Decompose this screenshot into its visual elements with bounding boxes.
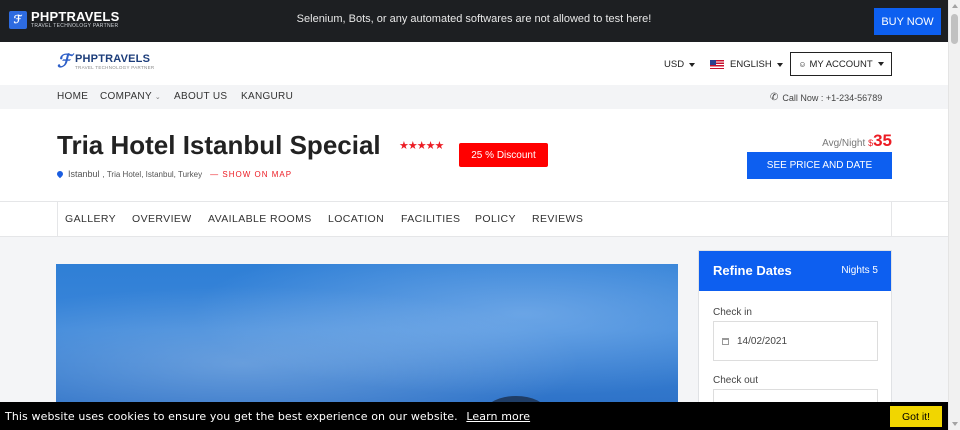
refine-dates-header: Refine Dates Nights 5: [699, 251, 891, 291]
my-account-label: MY ACCOUNT: [809, 58, 873, 70]
user-icon: ☺: [798, 59, 807, 69]
tab-location[interactable]: LOCATION: [328, 213, 384, 225]
checkin-input[interactable]: 14/02/2021: [713, 321, 878, 361]
nav-kanguru[interactable]: KANGURU: [241, 91, 293, 102]
refine-dates-title: Refine Dates: [713, 263, 792, 278]
checkin-value: 14/02/2021: [737, 335, 788, 347]
tab-reviews[interactable]: REVIEWS: [532, 213, 583, 225]
cookie-message: This website uses cookies to ensure you …: [5, 410, 530, 423]
tab-facilities[interactable]: FACILITIES: [401, 213, 460, 225]
us-flag-icon: [710, 60, 724, 69]
tab-available-rooms[interactable]: AVAILABLE ROOMS: [208, 213, 312, 225]
bot-warning-notice: Selenium, Bots, or any automated softwar…: [296, 13, 652, 25]
nav-about-us[interactable]: ABOUT US: [174, 91, 227, 102]
chevron-down-icon: ⌄: [154, 94, 162, 101]
show-on-map-label: SHOW ON MAP: [222, 169, 293, 179]
scroll-up-icon[interactable]: [952, 4, 958, 8]
star-rating: ★★★★★: [399, 140, 444, 152]
hotel-tabs: GALLERY OVERVIEW AVAILABLE ROOMS LOCATIO…: [0, 202, 948, 237]
show-on-map-link[interactable]: — SHOW ON MAP: [210, 170, 292, 179]
phone-icon: ✆: [770, 92, 779, 103]
map-pin-icon: [55, 169, 65, 179]
top-notice-bar: ℱ PHPTRAVELS TRAVEL TECHNOLOGY PARTNER S…: [0, 0, 948, 42]
call-now[interactable]: ✆ Call Now : +1-234-56789: [770, 92, 882, 103]
checkin-label: Check in: [713, 307, 752, 318]
language-label: ENGLISH: [730, 59, 772, 70]
tab-policy[interactable]: POLICY: [475, 213, 516, 225]
hotel-location: Istanbul , Tria Hotel, Istanbul, Turkey …: [55, 169, 292, 179]
hotel-title-section: Tria Hotel Istanbul Special ★★★★★ 25 % D…: [0, 109, 948, 202]
site-logo-name: PHPTRAVELS: [75, 52, 151, 65]
checkout-label: Check out: [713, 375, 759, 386]
avg-night-label: Avg/Night: [822, 138, 866, 149]
cookie-message-text: This website uses cookies to ensure you …: [5, 410, 458, 423]
hotel-title: Tria Hotel Istanbul Special: [57, 130, 381, 160]
tab-gallery[interactable]: GALLERY: [65, 213, 116, 225]
nights-count: Nights 5: [841, 265, 878, 276]
site-logo-icon: ℱ: [57, 51, 72, 71]
scrollbar-thumb[interactable]: [951, 14, 958, 44]
chevron-down-icon: [689, 62, 696, 67]
avg-night-price: Avg/Night $35: [800, 131, 892, 151]
nav-home[interactable]: HOME: [57, 91, 88, 102]
main-nav: HOME COMPANY ⌄ ABOUT US KANGURU ✆ Call N…: [0, 85, 948, 109]
nav-company-label: COMPANY: [100, 91, 152, 102]
cookie-consent-bar: This website uses cookies to ensure you …: [0, 402, 948, 430]
language-dropdown[interactable]: ENGLISH: [710, 59, 783, 70]
site-header: ℱ PHPTRAVELS TRAVEL TECHNOLOGY PARTNER U…: [0, 42, 948, 85]
cookie-accept-button[interactable]: Got it!: [890, 406, 942, 427]
currency-dropdown[interactable]: USD: [664, 59, 696, 70]
page-scrollbar[interactable]: [948, 0, 960, 430]
nav-company[interactable]: COMPANY ⌄: [100, 91, 161, 102]
buy-now-button[interactable]: BUY NOW: [874, 8, 941, 35]
site-logo-tagline: TRAVEL TECHNOLOGY PARTNER: [75, 64, 155, 70]
chevron-down-icon: [776, 62, 783, 67]
tab-overview[interactable]: OVERVIEW: [132, 213, 192, 225]
price-value: 35: [873, 131, 892, 150]
call-now-text: Call Now : +1-234-56789: [782, 92, 883, 103]
my-account-button[interactable]: ☺ MY ACCOUNT: [790, 52, 892, 76]
calendar-icon: [722, 337, 729, 345]
hotel-address: , Tria Hotel, Istanbul, Turkey: [102, 169, 203, 179]
learn-more-link[interactable]: Learn more: [466, 410, 530, 423]
currency-label: USD: [664, 59, 685, 70]
chevron-down-icon: [877, 62, 884, 66]
scroll-down-icon[interactable]: [952, 422, 958, 426]
site-logo[interactable]: ℱ PHPTRAVELS TRAVEL TECHNOLOGY PARTNER: [57, 52, 154, 70]
hotel-city: Istanbul: [68, 169, 100, 179]
see-price-and-date-button[interactable]: SEE PRICE AND DATE: [747, 152, 892, 179]
discount-badge: 25 % Discount: [459, 143, 548, 167]
